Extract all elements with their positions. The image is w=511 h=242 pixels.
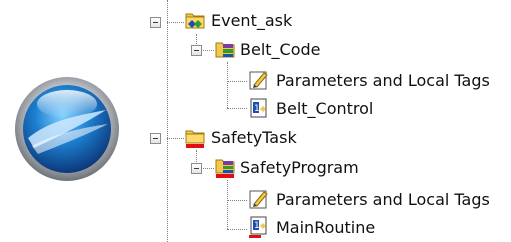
program-icon <box>215 42 235 58</box>
parameters-tags-icon <box>249 190 268 209</box>
tree-guide-line <box>167 0 168 242</box>
tree-guide-line <box>167 22 184 23</box>
tree-guide-line <box>167 138 184 139</box>
safety-task-folder-icon <box>185 130 205 148</box>
safety-main-routine-icon: 1 <box>249 216 267 238</box>
tree-item-label: Belt_Code <box>240 40 321 59</box>
tree-guide-line <box>227 200 247 201</box>
controller-organizer-tree: Event_ask Belt_Code Parameters and Local… <box>0 0 511 242</box>
tree-guide-line <box>227 229 247 230</box>
collapse-toggle[interactable] <box>150 133 161 144</box>
tree-item-label: Belt_Control <box>276 99 374 118</box>
tree-item-label: Parameters and Local Tags <box>276 71 490 90</box>
collapse-toggle[interactable] <box>191 163 202 174</box>
collapse-toggle[interactable] <box>150 17 161 28</box>
parameters-tags-icon <box>249 71 268 90</box>
svg-text:1: 1 <box>254 221 260 231</box>
tree-guide-line <box>227 108 247 109</box>
collapse-toggle[interactable] <box>191 45 202 56</box>
svg-text:1: 1 <box>254 104 260 114</box>
tree-item-label: Event_ask <box>211 11 293 30</box>
safety-program-icon <box>215 159 235 178</box>
tree-item-label: Parameters and Local Tags <box>276 190 490 209</box>
tree-item-label: MainRoutine <box>276 218 376 237</box>
tree-guide-line <box>227 81 247 82</box>
tree-item-label: SafetyTask <box>211 128 297 147</box>
event-task-folder-icon <box>185 13 205 29</box>
tree-guide-line <box>227 180 228 229</box>
tree-guide-line <box>227 62 228 108</box>
main-routine-icon: 1 <box>250 98 267 118</box>
tree-item-label: SafetyProgram <box>240 158 359 177</box>
